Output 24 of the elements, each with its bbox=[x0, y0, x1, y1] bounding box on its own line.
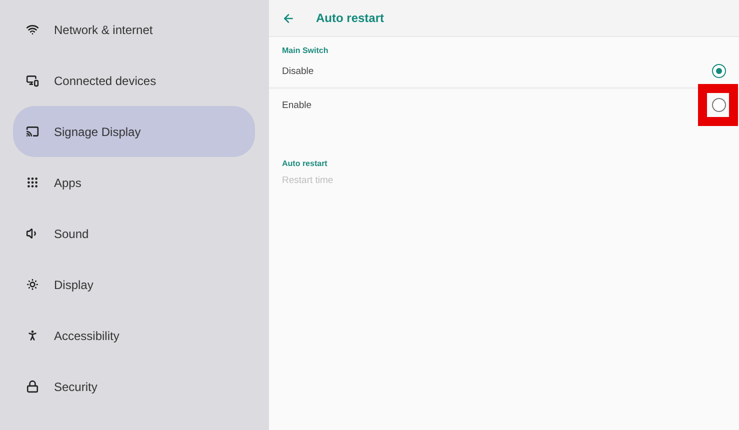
page-title: Auto restart bbox=[316, 11, 384, 25]
sidebar-item[interactable]: Display bbox=[13, 259, 255, 310]
sidebar-item[interactable]: Connected devices bbox=[13, 55, 255, 106]
sidebar-item[interactable]: Accessibility bbox=[13, 310, 255, 361]
sidebar-item[interactable]: Apps bbox=[13, 157, 255, 208]
sidebar-item[interactable]: Signage Display bbox=[13, 106, 255, 157]
back-button[interactable] bbox=[282, 12, 295, 24]
speaker-icon bbox=[26, 227, 39, 240]
wifi-icon bbox=[26, 23, 39, 36]
sidebar-item[interactable]: Sound bbox=[13, 208, 255, 259]
cast-icon bbox=[26, 125, 39, 138]
lock-icon bbox=[26, 380, 39, 393]
grid-icon bbox=[26, 176, 39, 189]
sidebar-item[interactable]: Network & internet bbox=[13, 4, 255, 55]
section-header: Main Switch bbox=[281, 45, 330, 55]
brightness-icon bbox=[26, 278, 39, 291]
option-label: Enable bbox=[282, 100, 312, 110]
option-label: Disable bbox=[282, 66, 314, 76]
sidebar-item[interactable]: Security bbox=[13, 361, 255, 412]
person-icon bbox=[26, 329, 39, 342]
devices-icon bbox=[26, 74, 39, 87]
radio-button[interactable] bbox=[712, 98, 726, 112]
radio-button[interactable] bbox=[712, 64, 726, 78]
section-header: Auto restart bbox=[281, 158, 328, 168]
